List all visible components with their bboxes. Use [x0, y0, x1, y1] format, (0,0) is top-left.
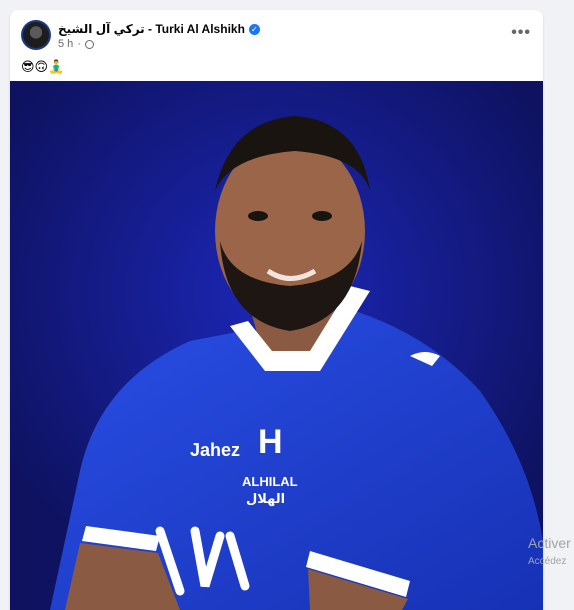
author-name[interactable]: تركي آل الشيخ - Turki Al Alshikh [58, 22, 245, 36]
post-timestamp[interactable]: 5 h [58, 38, 73, 50]
post-photo[interactable]: Jahez H ALHILAL الهلال [10, 81, 543, 610]
post-header: تركي آل الشيخ - Turki Al Alshikh ✓ [58, 22, 260, 36]
club-name-ar: الهلال [246, 492, 285, 507]
player-left-eye [248, 211, 268, 221]
meta-separator: · [77, 38, 81, 50]
avatar-photo [23, 22, 49, 48]
author-avatar[interactable] [21, 20, 51, 50]
jersey-sponsor: Jahez [190, 440, 240, 460]
post-card: تركي آل الشيخ - Turki Al Alshikh ✓ 5 h ·… [10, 10, 543, 610]
player-photo-illustration: Jahez H ALHILAL الهلال [10, 81, 543, 610]
verified-badge-icon: ✓ [248, 23, 260, 35]
post-caption: 😎🙃🧘‍♂️ [21, 59, 65, 74]
globe-icon [84, 39, 94, 49]
post-meta: 5 h · [58, 38, 94, 50]
more-options-icon[interactable]: ••• [511, 24, 531, 42]
club-name-en: ALHILAL [242, 474, 298, 489]
os-activation-watermark: Activer [528, 535, 571, 551]
os-activation-watermark-sub: Accédez [528, 556, 567, 567]
jersey-crest-mark: H [258, 423, 283, 461]
player-right-eye [312, 211, 332, 221]
